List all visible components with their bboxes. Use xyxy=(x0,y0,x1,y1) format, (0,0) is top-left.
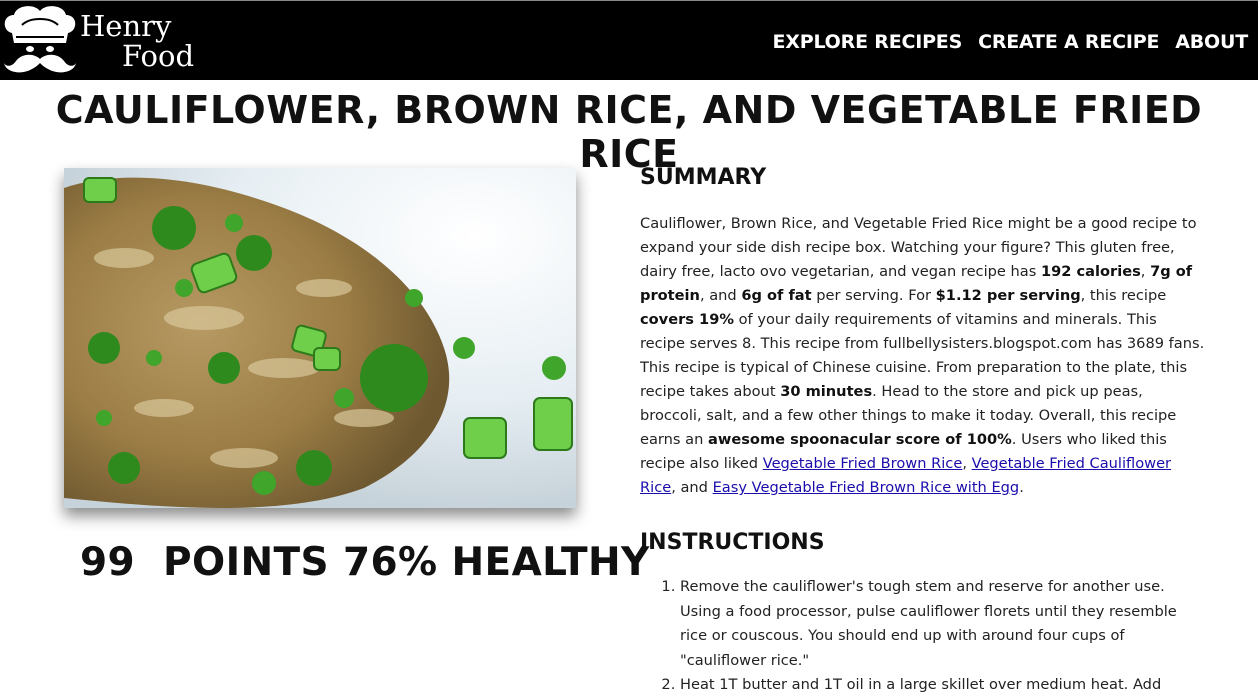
related-recipe-link[interactable]: Vegetable Fried Brown Rice xyxy=(763,455,963,472)
nav-explore-recipes[interactable]: EXPLORE RECIPES xyxy=(773,31,963,53)
calories-value: 192 calories xyxy=(1040,263,1141,280)
recipe-title: CAULIFLOWER, BROWN RICE, AND VEGETABLE F… xyxy=(55,88,1203,176)
instruction-step: Remove the cauliflower's tough stem and … xyxy=(680,575,1205,673)
summary-part: , xyxy=(1140,263,1151,280)
nav-about[interactable]: ABOUT xyxy=(1175,31,1248,53)
summary-part: per serving. For xyxy=(811,287,936,304)
nav-create-recipe[interactable]: CREATE A RECIPE xyxy=(978,31,1159,53)
fat-value: 6g of fat xyxy=(741,287,812,304)
summary-part: , and xyxy=(671,479,713,496)
summary-part: , this recipe xyxy=(1080,287,1167,304)
recipe-details: SUMMARY Cauliflower, Brown Rice, and Veg… xyxy=(640,165,1205,698)
chef-mustache-icon xyxy=(4,6,76,73)
brand-line-2: Food xyxy=(122,39,195,73)
time-value: 30 minutes xyxy=(780,383,873,400)
summary-text: Cauliflower, Brown Rice, and Vegetable F… xyxy=(640,212,1205,500)
brand-line-1: Henry xyxy=(80,9,172,43)
brand-name: Henry Food xyxy=(80,11,194,71)
summary-part: , and xyxy=(699,287,742,304)
score-value: awesome spoonacular score of 100% xyxy=(708,431,1012,448)
price-value: $1.12 per serving xyxy=(935,287,1081,304)
summary-part: , xyxy=(962,455,972,472)
coverage-value: covers 19% xyxy=(640,311,734,328)
instructions-heading: INSTRUCTIONS xyxy=(640,530,825,555)
instructions-list: Remove the cauliflower's tough stem and … xyxy=(640,575,1205,698)
navbar: Henry Food EXPLORE RECIPES CREATE A RECI… xyxy=(0,0,1258,80)
recipe-image xyxy=(64,168,576,508)
summary-part: . xyxy=(1019,479,1024,496)
instruction-step: Heat 1T butter and 1T oil in a large ski… xyxy=(680,673,1205,698)
related-recipe-link[interactable]: Easy Vegetable Fried Brown Rice with Egg xyxy=(713,479,1020,496)
summary-heading: SUMMARY xyxy=(640,165,767,190)
site-logo[interactable]: Henry Food xyxy=(0,3,200,79)
nav-links: EXPLORE RECIPES CREATE A RECIPE ABOUT xyxy=(773,31,1249,53)
recipe-score: 99 POINTS 76% HEALTHY xyxy=(80,540,650,585)
